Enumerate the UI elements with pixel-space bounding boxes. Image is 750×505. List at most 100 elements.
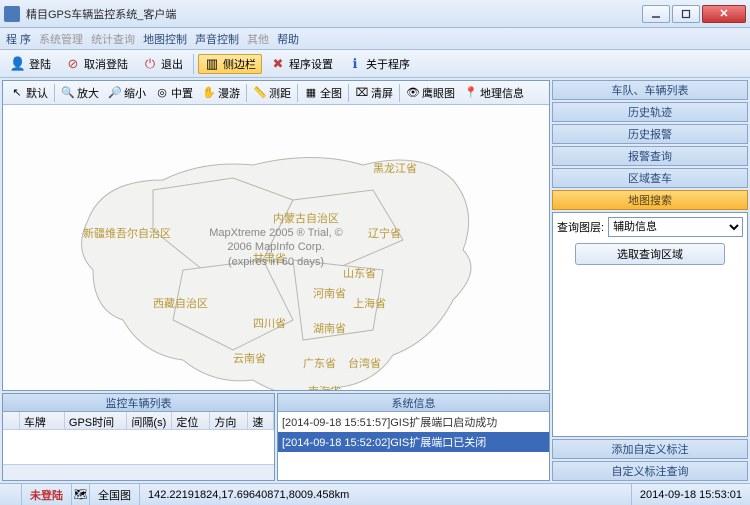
blank-area [557,271,743,432]
about-button[interactable]: ℹ关于程序 [341,54,416,74]
eye-icon: 👁 [406,86,420,100]
select-region-button[interactable]: 选取查询区域 [575,243,725,265]
h-scrollbar[interactable] [3,464,274,480]
zoomin-tool[interactable]: 🔍放大 [57,84,103,102]
layer-select[interactable]: 辅助信息 [608,217,743,237]
province-label: 西藏自治区 [153,295,208,311]
default-tool[interactable]: ↖默认 [6,84,52,102]
province-label: 南海省 [308,383,341,390]
pin-icon: 📍 [464,86,478,100]
menu-help[interactable]: 帮助 [277,31,299,47]
measure-tool[interactable]: 📏测距 [249,84,295,102]
side-mapsearch-button[interactable]: 地图搜索 [552,190,748,210]
col-gpstime[interactable]: GPS时间 [65,412,128,429]
close-button[interactable]: ✕ [702,5,746,23]
map-toolbar: ↖默认 🔍放大 🔎缩小 ◎中置 ✋漫游 📏测距 ▦全图 ⌧清屏 👁鹰眼图 📍地理… [3,81,549,105]
side-alarmquery-button[interactable]: 报警查询 [552,146,748,166]
status-icon-cell [0,484,22,505]
sidebar-toggle-button[interactable]: ▥侧边栏 [198,54,262,74]
fullext-icon: ▦ [304,86,318,100]
title-bar: 精目GPS车辆监控系统_客户端 ✕ [0,0,750,28]
pointer-icon: ↖ [10,86,24,100]
eagle-tool[interactable]: 👁鹰眼图 [402,84,459,102]
geoinfo-tool[interactable]: 📍地理信息 [460,84,528,102]
window-title: 精目GPS车辆监控系统_客户端 [26,6,640,22]
zoomout-icon: 🔎 [108,86,122,100]
status-bar: 未登陆 🗺 全国图 142.22191824,17.69640871,8009.… [0,483,750,505]
map-panel: ↖默认 🔍放大 🔎缩小 ◎中置 ✋漫游 📏测距 ▦全图 ⌧清屏 👁鹰眼图 📍地理… [2,80,550,391]
info-icon: ℹ [347,56,363,72]
side-track-button[interactable]: 历史轨迹 [552,102,748,122]
col-plate[interactable]: 车牌 [20,412,65,429]
menu-program[interactable]: 程 序 [6,31,31,47]
province-label: 四川省 [253,315,286,331]
col-interval[interactable]: 间隔(s) [127,412,172,429]
user-icon: 👤 [10,56,26,72]
province-label: 河南省 [313,285,346,301]
menu-voicectrl[interactable]: 声音控制 [195,31,239,47]
gear-icon: ✖ [270,56,286,72]
side-alarm-button[interactable]: 历史报警 [552,124,748,144]
menu-sysmgr[interactable]: 系统管理 [39,31,83,47]
province-label: 湖南省 [313,320,346,336]
province-label: 内蒙古自治区 [273,210,339,226]
side-fleet-button[interactable]: 车队、车辆列表 [552,80,748,100]
status-login: 未登陆 [22,484,72,505]
province-label: 云南省 [233,350,266,366]
province-label: 广东省 [303,355,336,371]
side-addcustom-button[interactable]: 添加自定义标注 [552,439,748,459]
ruler-icon: 📏 [253,86,267,100]
exit-button[interactable]: ⏻退出 [136,54,189,74]
province-label: 新疆维吾尔自治区 [83,225,171,241]
minimize-button[interactable] [642,5,670,23]
logout-label: 取消登陆 [84,56,128,72]
status-map: 全国图 [90,484,140,505]
fullextent-tool[interactable]: ▦全图 [300,84,346,102]
settings-button[interactable]: ✖程序设置 [264,54,339,74]
clear-tool[interactable]: ⌧清屏 [351,84,397,102]
log-body[interactable]: [2014-09-18 15:51:57]GIS扩展端口启动成功 [2014-0… [278,412,549,480]
main-toolbar: 👤登陆 ⊘取消登陆 ⏻退出 ▥侧边栏 ✖程序设置 ℹ关于程序 [0,50,750,78]
province-label: 甘肃省 [253,250,286,266]
side-custom-button[interactable]: 自定义标注查询 [552,461,748,481]
menu-mapctrl[interactable]: 地图控制 [143,31,187,47]
menu-bar: 程 序 系统管理 统计查询 地图控制 声音控制 其他 帮助 [0,28,750,50]
center-tool[interactable]: ◎中置 [151,84,197,102]
maximize-button[interactable] [672,5,700,23]
status-time: 2014-09-18 15:53:01 [632,484,750,505]
col-locate[interactable]: 定位 [172,412,210,429]
log-line[interactable]: [2014-09-18 15:52:02]GIS扩展端口已关闭 [278,432,549,452]
status-coords: 142.22191824,17.69640871,8009.458km [140,484,632,505]
zoomin-icon: 🔍 [61,86,75,100]
province-label: 台湾省 [348,355,381,371]
col-blank [3,412,20,429]
side-area-button[interactable]: 区域查车 [552,168,748,188]
province-label: 辽宁省 [368,225,401,241]
province-label: 山东省 [343,265,376,281]
center-icon: ◎ [155,86,169,100]
exit-label: 退出 [161,56,183,72]
map-canvas[interactable]: 黑龙江省 内蒙古自治区 辽宁省 新疆维吾尔自治区 甘肃省 山东省 河南省 西藏自… [3,105,549,390]
settings-label: 程序设置 [289,56,333,72]
log-line[interactable]: [2014-09-18 15:51:57]GIS扩展端口启动成功 [278,412,549,432]
col-dir[interactable]: 方向 [210,412,248,429]
grid-header: 车牌 GPS时间 间隔(s) 定位 方向 速 [3,412,274,430]
col-speed[interactable]: 速 [248,412,274,429]
login-button[interactable]: 👤登陆 [4,54,57,74]
cancel-icon: ⊘ [65,56,81,72]
app-icon [4,6,20,22]
separator [348,84,349,102]
pan-tool[interactable]: ✋漫游 [198,84,244,102]
exit-icon: ⏻ [142,56,158,72]
separator [246,84,247,102]
layer-label: 查询图层: [557,219,604,235]
right-sidebar: 车队、车辆列表 历史轨迹 历史报警 报警查询 区域查车 地图搜索 查询图层: 辅… [552,78,750,483]
menu-stats[interactable]: 统计查询 [91,31,135,47]
grid-body[interactable] [3,430,274,464]
logout-button[interactable]: ⊘取消登陆 [59,54,134,74]
clear-icon: ⌧ [355,86,369,100]
sysinfo-pane: 系统信息 [2014-09-18 15:51:57]GIS扩展端口启动成功 [2… [277,393,550,481]
zoomout-tool[interactable]: 🔎缩小 [104,84,150,102]
menu-other[interactable]: 其他 [247,31,269,47]
map-icon-cell: 🗺 [72,484,90,505]
